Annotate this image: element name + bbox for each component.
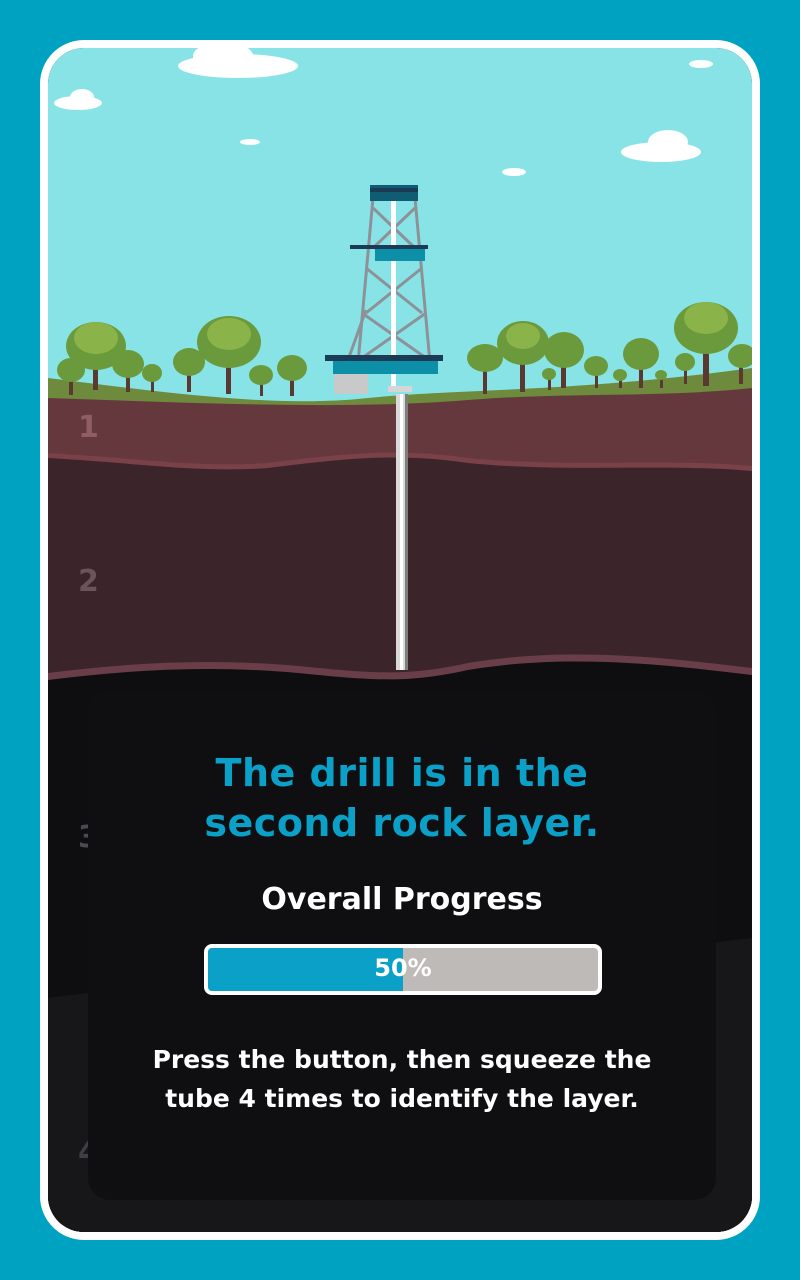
layer-number-1: 1 [78,410,99,445]
instruction-text: Press the button, then squeeze the tube … [152,1045,652,1113]
status-message: The drill is in the second rock layer. [204,751,600,845]
progress-percent: 50% [374,954,432,982]
drill-scene: 1 2 3 4 The drill is in the second rock … [48,48,752,1232]
game-frame: 1 2 3 4 The drill is in the second rock … [40,40,760,1240]
info-panel: The drill is in the second rock layer. O… [88,690,716,1200]
layer-number-2: 2 [78,564,99,599]
progress-bar: 50% [204,944,602,995]
drill-pipe-icon [396,394,408,670]
progress-label: Overall Progress [261,882,543,917]
